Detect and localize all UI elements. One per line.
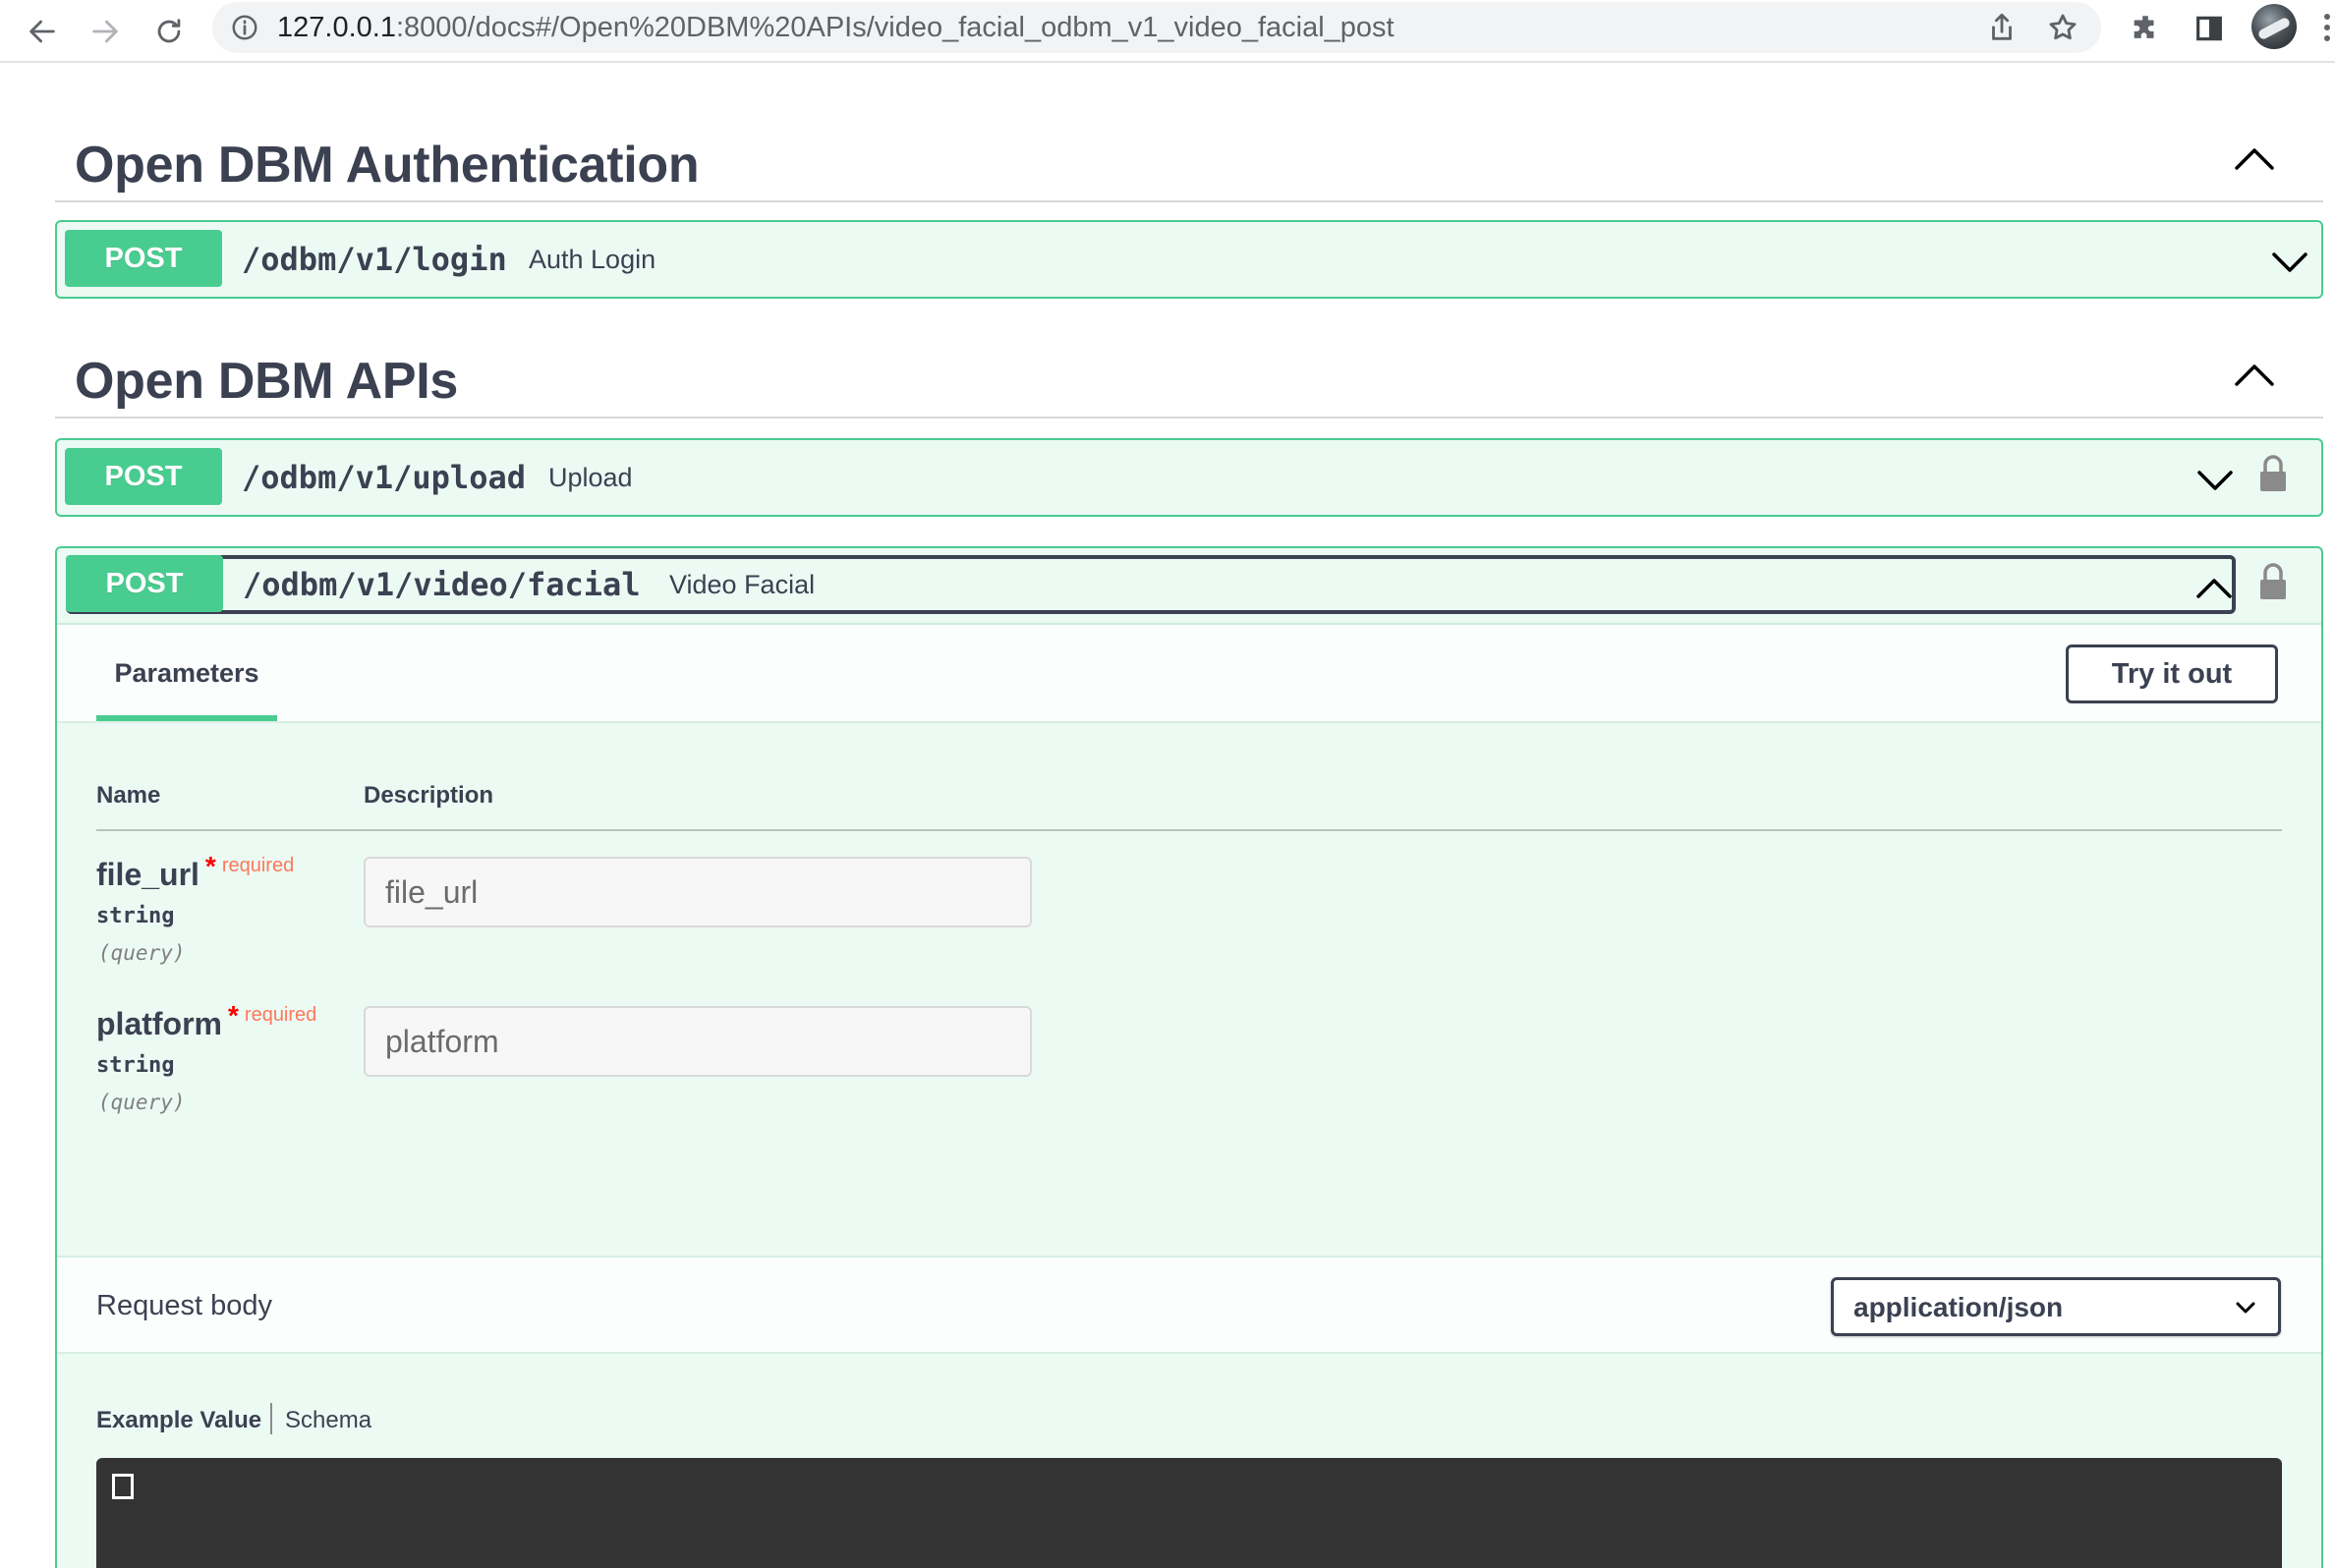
param-name: platform * required [96, 1000, 317, 1041]
tag-header[interactable]: Open DBM APIs [55, 330, 2323, 419]
star-icon[interactable] [2046, 11, 2079, 44]
table-header-divider [96, 829, 2282, 831]
platform-input[interactable] [364, 1006, 1032, 1077]
try-it-out-button[interactable]: Try it out [2066, 644, 2278, 703]
param-location: (query) [98, 941, 186, 965]
method-badge: POST [66, 555, 223, 612]
col-header-name: Name [96, 782, 161, 809]
op-path: /odbm/v1/login [242, 241, 507, 278]
opblock-video-facial: POST /odbm/v1/video/facial Video Facial … [55, 546, 2323, 1568]
opblock-upload: POST /odbm/v1/upload Upload [55, 438, 2323, 517]
op-path: /odbm/v1/video/facial [243, 566, 641, 603]
url-text[interactable]: 127.0.0.1:8000/docs#/Open%20DBM%20APIs/v… [277, 13, 1395, 42]
param-row-platform: platform * required string (query) [96, 1000, 2282, 1153]
browser-toolbar: 127.0.0.1:8000/docs#/Open%20DBM%20APIs/v… [0, 0, 2335, 63]
col-header-description: Description [364, 782, 494, 809]
chevron-down-icon[interactable] [2270, 247, 2309, 276]
back-arrow-icon[interactable] [18, 7, 67, 56]
param-name: file_url * required [96, 851, 295, 892]
kebab-menu-icon[interactable] [2321, 10, 2335, 45]
tab-schema[interactable]: Schema [285, 1407, 371, 1434]
tag-section-apis: Open DBM APIs [55, 330, 2323, 419]
tab-example-value[interactable]: Example Value [96, 1407, 261, 1434]
param-row-file-url: file_url * required string (query) [96, 851, 2282, 1004]
address-bar[interactable]: 127.0.0.1:8000/docs#/Open%20DBM%20APIs/v… [212, 2, 2101, 53]
opblock-body: Parameters Try it out Name Description f… [57, 623, 2321, 1568]
method-badge: POST [65, 448, 222, 505]
required-label: required [221, 855, 295, 876]
info-icon[interactable] [230, 13, 259, 42]
op-summary-text: Video Facial [669, 570, 816, 599]
content-type-select[interactable]: application/json [1831, 1277, 2281, 1336]
request-body-header: Request body application/json [57, 1256, 2321, 1354]
chevron-up-icon[interactable] [2194, 573, 2234, 602]
tag-header[interactable]: Open DBM Authentication [55, 114, 2323, 202]
parameters-tabbar: Parameters Try it out [57, 625, 2321, 723]
forward-arrow-icon[interactable] [81, 7, 130, 56]
reload-icon[interactable] [144, 7, 194, 56]
op-summary-video-facial[interactable]: POST /odbm/v1/video/facial Video Facial [66, 555, 2236, 614]
share-icon[interactable] [1985, 11, 2019, 44]
param-location: (query) [98, 1091, 186, 1114]
tag-title: Open DBM APIs [75, 353, 458, 410]
op-summary-upload[interactable]: POST /odbm/v1/upload Upload [65, 448, 2219, 507]
chevron-down-icon [2236, 1302, 2255, 1314]
op-path: /odbm/v1/upload [242, 459, 526, 496]
opblock-login: POST /odbm/v1/login Auth Login [55, 220, 2323, 299]
method-badge: POST [65, 230, 222, 287]
chevron-up-icon[interactable] [2233, 358, 2276, 391]
param-type: string [96, 904, 175, 928]
tab-parameters[interactable]: Parameters [96, 625, 277, 723]
tag-title: Open DBM Authentication [75, 137, 700, 194]
op-summary-text: Auth Login [529, 245, 656, 274]
tab-divider [270, 1403, 272, 1434]
chevron-down-icon[interactable] [2195, 465, 2235, 494]
file-url-input[interactable] [364, 857, 1032, 927]
request-body-label: Request body [96, 1290, 272, 1321]
op-summary-text: Upload [548, 463, 633, 492]
required-star: * [204, 851, 216, 881]
side-panel-icon[interactable] [2190, 9, 2229, 48]
extensions-icon[interactable] [2126, 9, 2165, 48]
content-type-value: application/json [1853, 1292, 2064, 1322]
example-code-block [96, 1458, 2282, 1568]
param-type: string [96, 1053, 175, 1078]
tag-section-authentication: Open DBM Authentication [55, 114, 2323, 202]
swagger-content: Open DBM Authentication POST /odbm/v1/lo… [0, 65, 2335, 1568]
required-label: required [244, 1004, 317, 1026]
chevron-up-icon[interactable] [2233, 141, 2276, 175]
empty-glyph-icon [112, 1474, 134, 1499]
required-star: * [228, 1000, 239, 1031]
op-summary-login[interactable]: POST /odbm/v1/login Auth Login [65, 230, 2219, 289]
profile-avatar[interactable] [2251, 4, 2297, 49]
lock-icon[interactable] [2258, 454, 2288, 493]
lock-icon[interactable] [2258, 562, 2288, 601]
